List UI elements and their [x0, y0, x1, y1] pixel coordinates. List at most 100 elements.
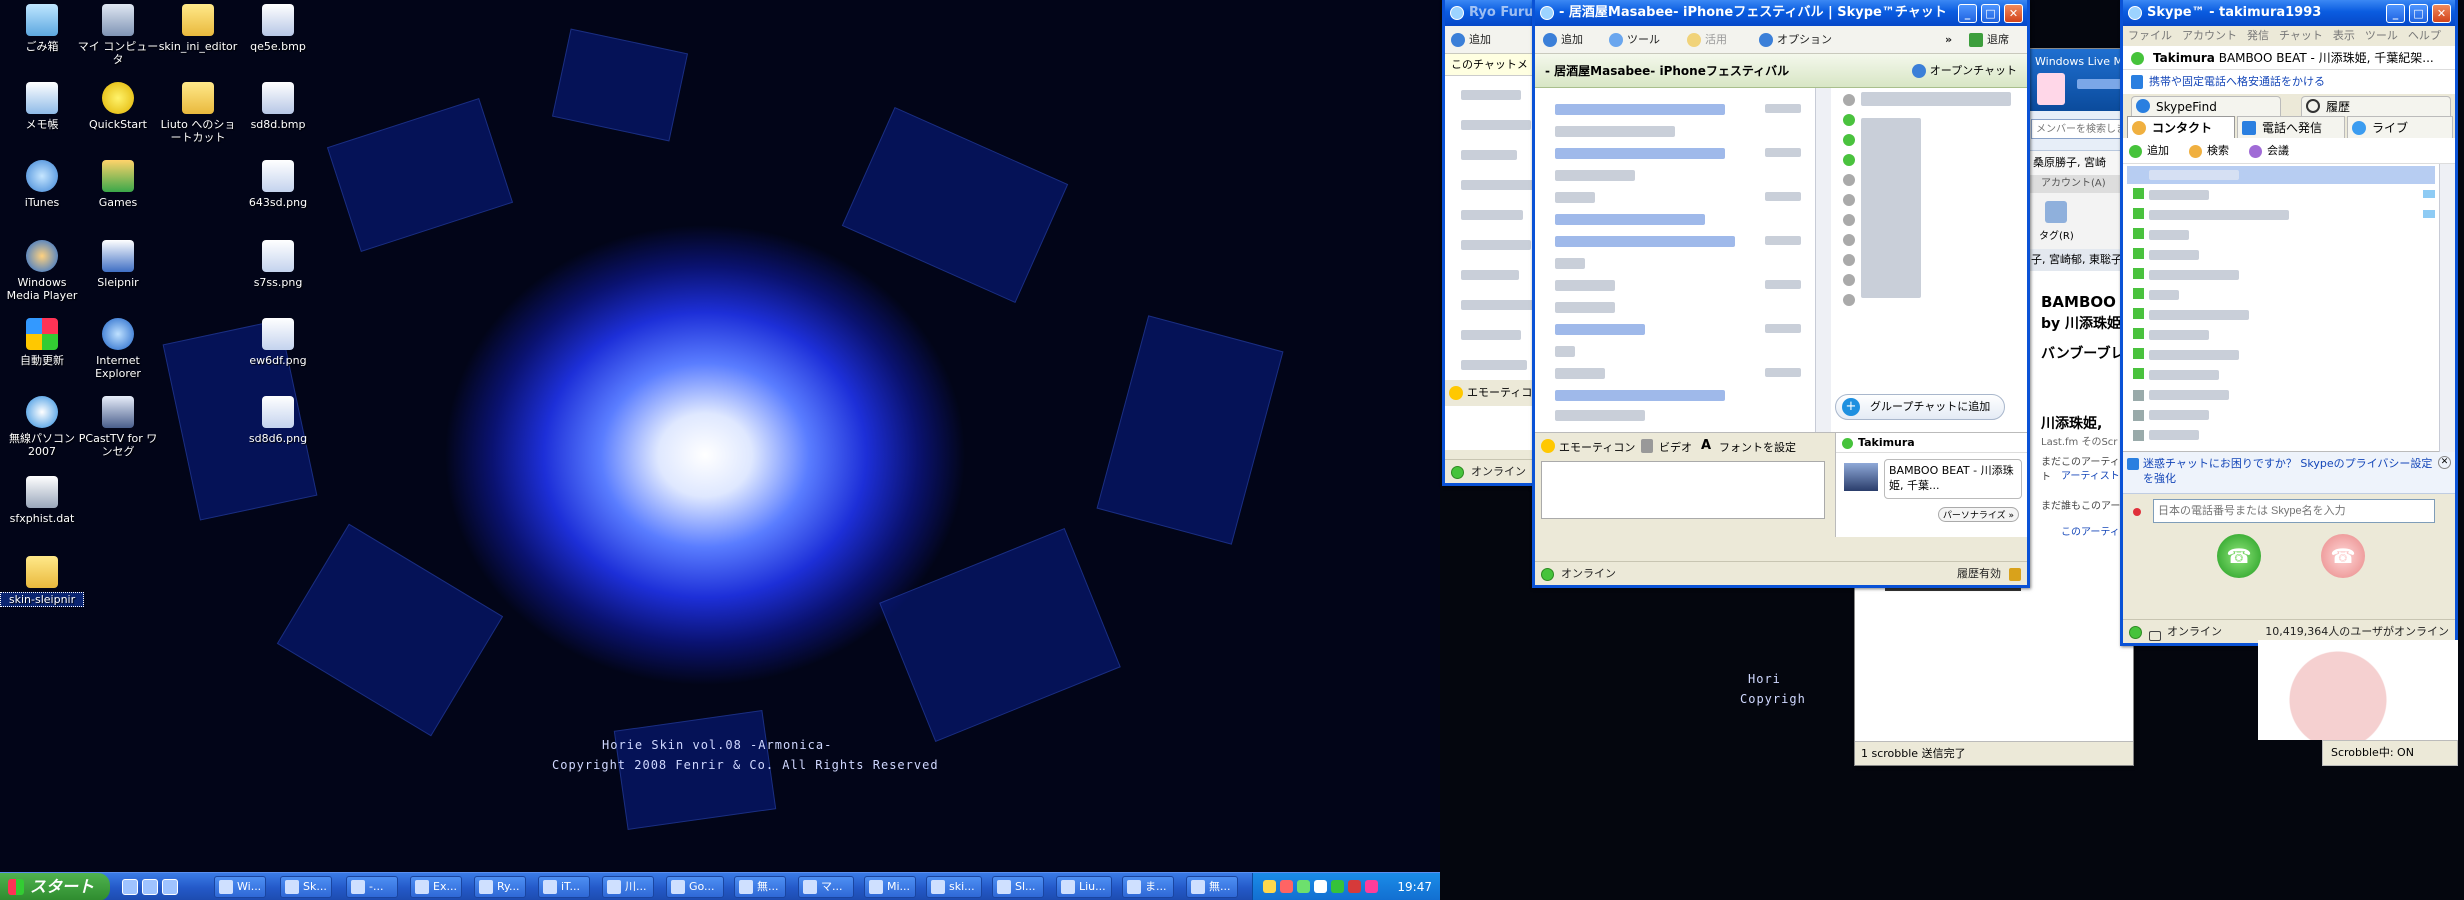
taskbar-button[interactable]: マ...: [798, 876, 854, 898]
desktop-icon-sleipnir[interactable]: Sleipnir: [76, 240, 160, 289]
desktop-icon-sfxphist-dat[interactable]: sfxphist.dat: [0, 476, 84, 525]
desktop-icon-s7ss-png[interactable]: s7ss.png: [236, 240, 320, 289]
desktop-icon-qe5e-bmp[interactable]: qe5e.bmp: [236, 4, 320, 53]
taskbar-button[interactable]: -...: [346, 876, 398, 898]
tab-call-phone[interactable]: 電話へ発信: [2237, 116, 2345, 138]
skype-main-window[interactable]: Skype™ - takimura1993 _ □ ✕ ファイル アカウント 発信チ…: [2120, 0, 2458, 646]
contact-scrollbar[interactable]: [2439, 164, 2455, 452]
online-status-icon[interactable]: [2129, 626, 2142, 639]
start-button[interactable]: スタート: [0, 873, 110, 900]
options-button[interactable]: オプション: [1757, 26, 1832, 54]
minimize-button[interactable]: _: [2386, 4, 2405, 23]
leave-button[interactable]: 退席: [1967, 26, 2009, 54]
quicklaunch-desktop-icon[interactable]: [122, 879, 138, 895]
desktop-icon-sd8d-bmp[interactable]: sd8d.bmp: [236, 82, 320, 131]
desktop-icon-skin-ini-editor[interactable]: skin_ini_editor: [156, 4, 240, 53]
taskbar-button[interactable]: ま...: [1122, 876, 1174, 898]
menu-account[interactable]: アカウント: [2177, 29, 2242, 42]
clock[interactable]: 19:47: [1397, 880, 1432, 894]
menu-file[interactable]: ファイル: [2123, 29, 2177, 42]
member-search-input[interactable]: [2031, 119, 2131, 139]
close-button[interactable]: ✕: [2004, 4, 2023, 23]
chat-message-list[interactable]: [1535, 88, 1831, 432]
back-chat-add-button[interactable]: 追加: [1449, 26, 1491, 54]
maximize-button[interactable]: □: [1981, 4, 2000, 23]
menu-view[interactable]: 表示: [2328, 29, 2360, 42]
quicklaunch-media-icon[interactable]: [162, 879, 178, 895]
add-button[interactable]: 追加: [1541, 26, 1583, 54]
skype-chat-window[interactable]: - 居酒屋Masabee- iPhoneフェスティバル | Skype™チャット…: [1532, 0, 2030, 588]
use-button[interactable]: 活用: [1685, 26, 1727, 54]
tray-icon[interactable]: [1297, 880, 1310, 893]
chat-titlebar[interactable]: - 居酒屋Masabee- iPhoneフェスティバル | Skype™チャット…: [1535, 0, 2027, 26]
japan-flag-icon[interactable]: [2133, 508, 2141, 516]
taskbar-button[interactable]: Sk...: [280, 876, 332, 898]
chat-scrollbar[interactable]: [1815, 88, 1831, 432]
taskbar-button[interactable]: 無...: [734, 876, 786, 898]
conference-button[interactable]: 会議: [2249, 138, 2289, 164]
desktop-icon-pcasttv[interactable]: PCastTV for ワンセグ: [76, 396, 160, 458]
desktop-icon-media-player[interactable]: Windows Media Player: [0, 240, 84, 302]
desktop-icon-my-computer[interactable]: マイ コンピュータ: [76, 4, 160, 66]
message-input[interactable]: [1541, 461, 1825, 519]
tray-icon[interactable]: [1263, 880, 1276, 893]
skype-status-text[interactable]: オンライン: [2149, 625, 2222, 641]
tools-button[interactable]: ツール: [1607, 26, 1660, 54]
desktop-icon-sd8d6-png[interactable]: sd8d6.png: [236, 396, 320, 445]
maximize-button[interactable]: □: [2409, 4, 2428, 23]
taskbar-button[interactable]: iT...: [538, 876, 590, 898]
hangup-button[interactable]: ☎: [2321, 534, 2365, 578]
search-contact-button[interactable]: 検索: [2189, 138, 2229, 164]
tray-icon[interactable]: [1365, 880, 1378, 893]
personalize-button[interactable]: パーソナライズ »: [1937, 507, 2019, 522]
minimize-button[interactable]: _: [1958, 4, 1977, 23]
mood-bar[interactable]: Takimura BAMBOO BEAT - 川添珠姫, 千葉紀架...: [2123, 46, 2455, 70]
taskbar-button[interactable]: Wi...: [214, 876, 266, 898]
online-status-icon[interactable]: [1541, 568, 1554, 581]
add-to-group-chat-button[interactable]: + グループチャットに追加: [1835, 394, 2005, 420]
chat-status-text[interactable]: オンライン: [1561, 567, 1616, 580]
desktop-icon-liuto-shortcut[interactable]: Liuto へのショートカット: [156, 82, 240, 144]
desktop-icon-643sd-png[interactable]: 643sd.png: [236, 160, 320, 209]
quicklaunch-ie-icon[interactable]: [142, 879, 158, 895]
tab-skypefind[interactable]: SkypeFind: [2131, 96, 2281, 116]
participant-list[interactable]: + グループチャットに追加: [1835, 88, 2027, 432]
desktop-icon-network[interactable]: 無線パソコン 2007: [0, 396, 84, 458]
taskbar-button[interactable]: Liu...: [1056, 876, 1112, 898]
contact-list[interactable]: [2123, 164, 2455, 452]
tab-contacts[interactable]: コンタクト: [2127, 116, 2235, 138]
taskbar-button[interactable]: Ex...: [410, 876, 462, 898]
video-button[interactable]: ビデオ: [1641, 439, 1692, 455]
phone-number-input[interactable]: [2153, 499, 2435, 523]
desktop-icon-windows-update[interactable]: 自動更新: [0, 318, 84, 367]
desktop-icon-itunes[interactable]: iTunes: [0, 160, 84, 209]
desktop-icon-quickstart[interactable]: QuickStart: [76, 82, 160, 131]
skype-titlebar[interactable]: Skype™ - takimura1993 _ □ ✕: [2123, 0, 2455, 26]
tab-live[interactable]: ライブ: [2347, 116, 2453, 138]
desktop-icon-ew6df-png[interactable]: ew6df.png: [236, 318, 320, 367]
promo-link[interactable]: 携帯や固定電話へ格安通話をかける: [2123, 70, 2455, 94]
close-button[interactable]: ✕: [2432, 4, 2451, 23]
overflow-chevron[interactable]: »: [1945, 26, 1952, 54]
desktop-icon-internet-explorer[interactable]: Internet Explorer: [76, 318, 160, 380]
add-contact-button[interactable]: 追加: [2129, 138, 2169, 164]
desktop-icon-notepad[interactable]: メモ帳: [0, 82, 84, 131]
skype-tray-icon[interactable]: [1331, 880, 1344, 893]
desktop-icon-skin-sleipnir[interactable]: skin-sleipnir: [0, 556, 84, 607]
tray-icon[interactable]: [1280, 880, 1293, 893]
taskbar-button[interactable]: Sl...: [992, 876, 1044, 898]
close-notice-icon[interactable]: ✕: [2438, 456, 2451, 469]
call-button[interactable]: ☎: [2217, 534, 2261, 578]
emoticon-button[interactable]: エモーティコン: [1541, 439, 1635, 455]
open-chat-link[interactable]: オープンチャット: [1911, 54, 2017, 88]
font-settings-button[interactable]: A フォントを設定: [1701, 438, 1796, 455]
tag-button-label[interactable]: タグ(R): [2039, 227, 2074, 242]
menu-chat[interactable]: チャット: [2274, 29, 2328, 42]
menu-tools[interactable]: ツール: [2360, 29, 2403, 42]
taskbar-button[interactable]: ski...: [926, 876, 982, 898]
desktop-icon-games[interactable]: Games: [76, 160, 160, 209]
desktop-icon-recycle-bin[interactable]: ごみ箱: [0, 4, 84, 53]
tab-history[interactable]: 履歴: [2301, 96, 2451, 116]
menu-help[interactable]: ヘルプ: [2403, 29, 2446, 42]
tray-icon[interactable]: [1314, 880, 1327, 893]
